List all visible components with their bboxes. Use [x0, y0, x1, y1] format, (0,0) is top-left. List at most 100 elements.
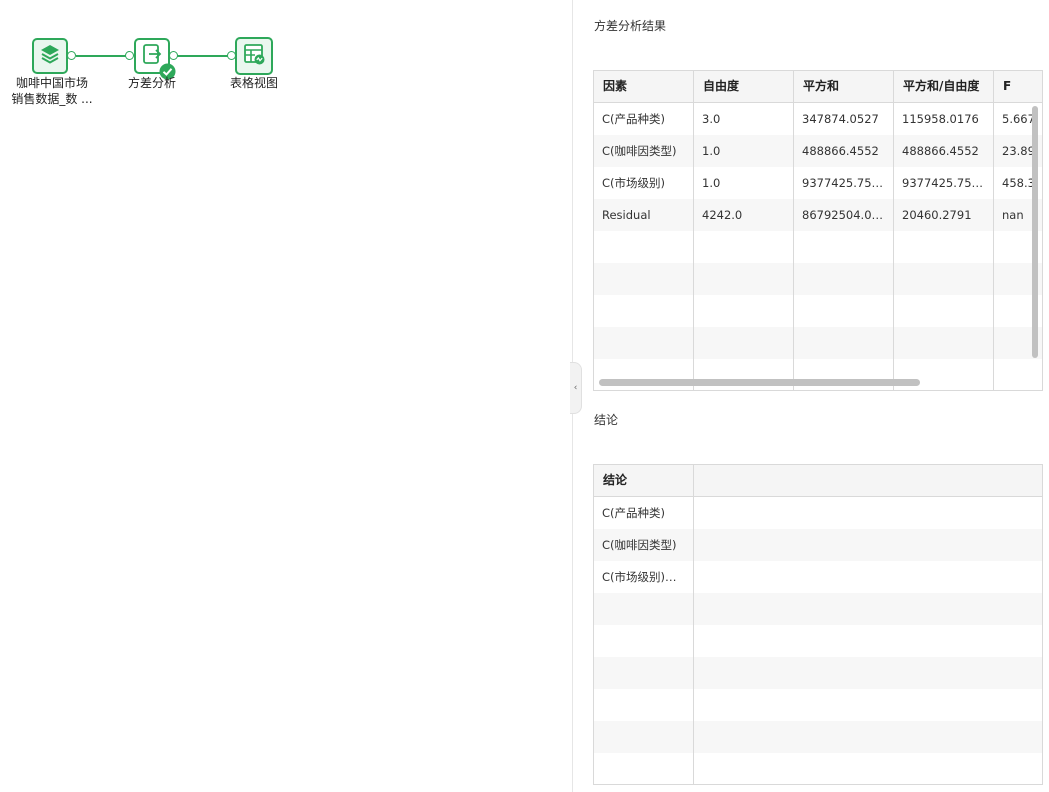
anova-cell — [594, 295, 694, 327]
anova-cell — [894, 327, 994, 359]
anova-column-header[interactable]: F — [994, 71, 1042, 102]
conclusion-table-body: C(产品种类) C(咖啡因类型) C(市场级别)对… — [594, 497, 1042, 784]
node-table-view-label: 表格视图 — [229, 76, 278, 90]
node-anova-output-port[interactable] — [169, 51, 178, 60]
conclusion-row[interactable] — [594, 753, 1042, 784]
anova-cell: 3.0 — [694, 103, 794, 135]
anova-row[interactable]: C(市场级别) 1.0 9377425.7549 9377425.7549 458.3 — [594, 167, 1042, 199]
anova-cell — [594, 231, 694, 263]
anova-row[interactable] — [594, 295, 1042, 327]
anova-cell — [894, 295, 994, 327]
anova-row[interactable] — [594, 359, 1042, 390]
anova-cell: 9377425.7549 — [794, 167, 894, 199]
conclusion-cell: C(咖啡因类型) — [594, 529, 694, 561]
conclusion-cell: C(市场级别)对… — [594, 561, 694, 593]
anova-column-header[interactable]: 平方和 — [794, 71, 894, 102]
conclusion-table[interactable]: 结论 C(产品种类) C(咖啡因类型) C(市场级别)对… — [593, 464, 1043, 785]
node-data-source[interactable] — [32, 38, 68, 74]
conclusion-cell — [594, 593, 694, 625]
node-table-view[interactable] — [235, 37, 273, 75]
anova-cell: 9377425.7549 — [894, 167, 994, 199]
layers-icon — [38, 42, 62, 70]
anova-cell — [894, 231, 994, 263]
anova-cell: 1.0 — [694, 135, 794, 167]
conclusion-cell — [694, 689, 1042, 721]
anova-column-header[interactable]: 平方和/自由度 — [894, 71, 994, 102]
anova-cell — [694, 359, 794, 390]
workflow-canvas[interactable]: 咖啡中国市场 销售数据_数 ... 方差分析 表格视图 — [0, 0, 572, 792]
conclusion-row[interactable]: C(咖啡因类型) — [594, 529, 1042, 561]
conclusion-cell — [694, 561, 1042, 593]
anova-row[interactable] — [594, 327, 1042, 359]
anova-cell — [594, 263, 694, 295]
conclusion-row[interactable] — [594, 657, 1042, 689]
anova-cell: 20460.2791 — [894, 199, 994, 231]
conclusion-cell — [694, 625, 1042, 657]
anova-cell: 1.0 — [694, 167, 794, 199]
conclusion-cell — [694, 721, 1042, 753]
conclusion-row[interactable] — [594, 721, 1042, 753]
conclusion-cell — [594, 721, 694, 753]
anova-cell — [694, 327, 794, 359]
conclusion-cell — [594, 657, 694, 689]
anova-cell — [894, 263, 994, 295]
conclusion-row[interactable] — [594, 625, 1042, 657]
conclusion-table-header: 结论 — [594, 465, 1042, 497]
node-data-source-label: 咖啡中国市场 销售数据_数 ... — [10, 75, 94, 107]
conclusion-cell — [694, 753, 1042, 784]
anova-cell: C(咖啡因类型) — [594, 135, 694, 167]
anova-column-header[interactable]: 因素 — [594, 71, 694, 102]
edge-anova-to-table — [177, 55, 232, 57]
anova-cell — [694, 231, 794, 263]
anova-column-header[interactable]: 自由度 — [694, 71, 794, 102]
anova-cell — [894, 359, 994, 390]
edge-source-to-anova — [76, 55, 130, 57]
node-anova-label: 方差分析 — [127, 76, 176, 90]
anova-row[interactable] — [594, 263, 1042, 295]
conclusion-cell — [694, 529, 1042, 561]
anova-row[interactable]: C(咖啡因类型) 1.0 488866.4552 488866.4552 23.89 — [594, 135, 1042, 167]
result-panel: 方差分析结果 因素 自由度 平方和 平方和/自由度 F C(产品种类) 3.0 347874… — [573, 0, 1049, 792]
anova-cell: 488866.4552 — [794, 135, 894, 167]
anova-table-vertical-scrollbar[interactable] — [1032, 106, 1038, 358]
conclusion-column-header[interactable]: 结论 — [594, 465, 694, 496]
node-anova-input-port[interactable] — [125, 51, 134, 60]
table-view-icon — [242, 42, 266, 70]
conclusion-cell — [694, 657, 1042, 689]
node-data-source-output-port[interactable] — [67, 51, 76, 60]
anova-cell — [794, 359, 894, 390]
node-data-source-label-line2: 销售数据_数 ... — [11, 92, 93, 106]
conclusion-title: 结论 — [594, 413, 619, 427]
anova-cell — [594, 327, 694, 359]
anova-cell — [694, 295, 794, 327]
anova-result-table[interactable]: 因素 自由度 平方和 平方和/自由度 F C(产品种类) 3.0 347874.0527 11… — [593, 70, 1043, 391]
conclusion-column-header[interactable] — [694, 465, 1042, 496]
conclusion-row[interactable]: C(市场级别)对… — [594, 561, 1042, 593]
anova-cell — [794, 327, 894, 359]
anova-row[interactable]: Residual 4242.0 86792504.0759 20460.2791 nan — [594, 199, 1042, 231]
anova-cell — [794, 295, 894, 327]
conclusion-row[interactable] — [594, 593, 1042, 625]
anova-result-title: 方差分析结果 — [594, 19, 667, 33]
conclusion-cell — [594, 753, 694, 784]
anova-cell: 488866.4552 — [894, 135, 994, 167]
anova-cell — [794, 263, 894, 295]
anova-cell: 115958.0176 — [894, 103, 994, 135]
conclusion-cell — [594, 689, 694, 721]
anova-cell: 4242.0 — [694, 199, 794, 231]
conclusion-cell — [694, 593, 1042, 625]
anova-cell — [794, 231, 894, 263]
anova-table-body: C(产品种类) 3.0 347874.0527 115958.0176 5.667 C(咖… — [594, 103, 1042, 390]
conclusion-cell: C(产品种类) — [594, 497, 694, 529]
anova-cell — [594, 359, 694, 390]
conclusion-row[interactable] — [594, 689, 1042, 721]
anova-row[interactable] — [594, 231, 1042, 263]
anova-table-horizontal-scrollbar[interactable] — [599, 379, 920, 386]
anova-cell: Residual — [594, 199, 694, 231]
anova-cell: C(产品种类) — [594, 103, 694, 135]
conclusion-cell — [694, 497, 1042, 529]
conclusion-cell — [594, 625, 694, 657]
anova-row[interactable]: C(产品种类) 3.0 347874.0527 115958.0176 5.667 — [594, 103, 1042, 135]
anova-cell — [994, 359, 1042, 390]
conclusion-row[interactable]: C(产品种类) — [594, 497, 1042, 529]
